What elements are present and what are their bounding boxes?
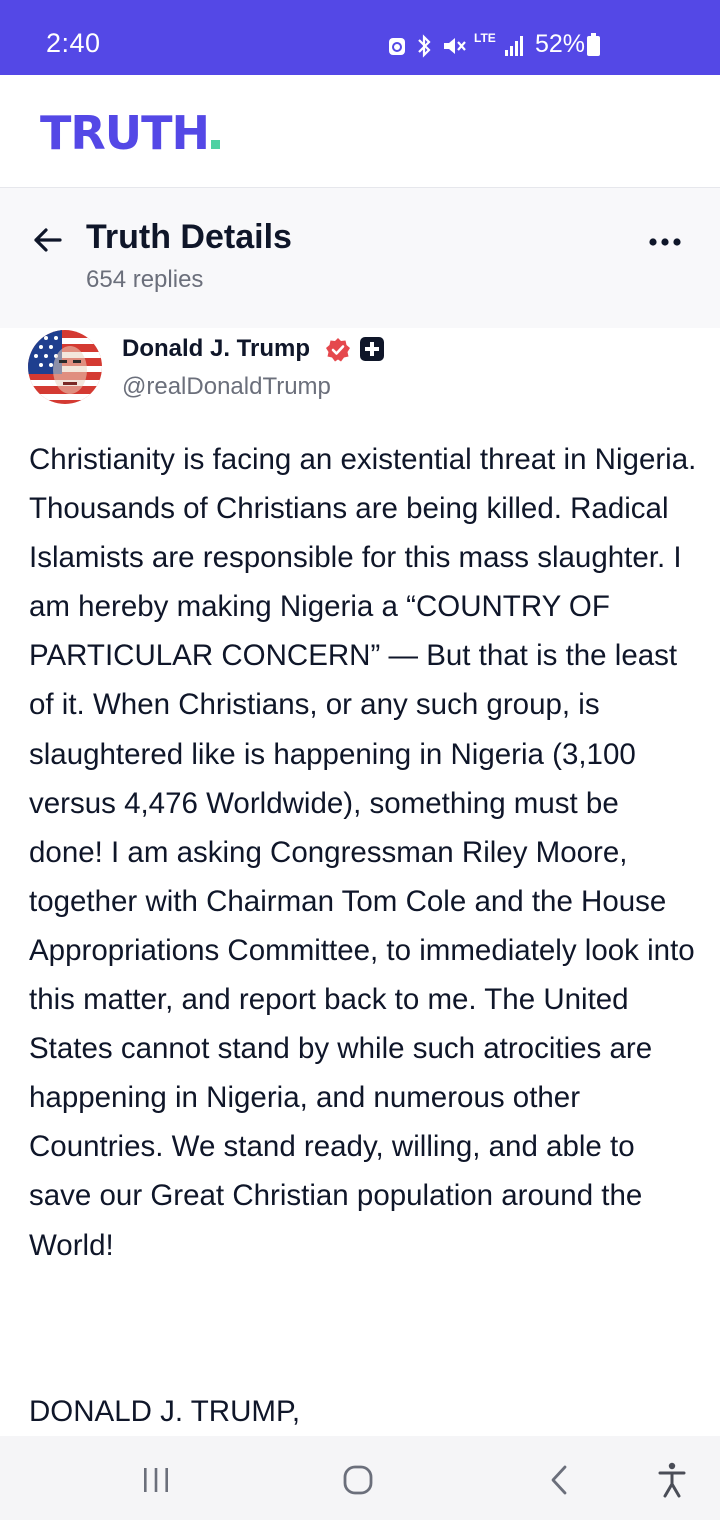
back-icon[interactable] — [538, 1458, 582, 1502]
details-header — [0, 188, 720, 328]
battery-icon — [587, 33, 600, 56]
mute-icon — [444, 38, 466, 54]
signal-icon — [505, 36, 523, 56]
bluetooth-icon — [418, 34, 431, 58]
lte-icon: LTE — [474, 31, 496, 45]
home-icon[interactable] — [336, 1458, 380, 1502]
plus-badge-icon — [360, 337, 384, 361]
logo-dot — [211, 140, 221, 149]
battery-percent: 52% — [535, 30, 586, 58]
post-signature: DONALD J. TRUMP, — [29, 1395, 301, 1428]
truth-logo[interactable]: TRUTH — [40, 106, 221, 160]
author-name[interactable]: Donald J. Trump — [122, 335, 310, 363]
author-handle[interactable]: @realDonaldTrump — [122, 373, 331, 401]
accessibility-icon[interactable] — [650, 1458, 694, 1502]
verified-badge-icon — [326, 338, 350, 362]
replies-count: 654 replies — [86, 266, 204, 293]
truth-logo-text: TRUTH — [40, 106, 210, 160]
avatar[interactable] — [28, 330, 102, 404]
more-horizontal-icon[interactable] — [646, 228, 686, 256]
page-title: Truth Details — [86, 218, 292, 256]
post-body: Christianity is facing an existential th… — [29, 443, 697, 1262]
status-time: 2:40 — [46, 28, 101, 58]
status-bar: 2:40 LTE 52% — [0, 0, 720, 75]
arrow-left-icon[interactable] — [30, 222, 66, 258]
recent-apps-icon[interactable] — [134, 1458, 178, 1502]
data-saver-icon — [389, 38, 405, 55]
